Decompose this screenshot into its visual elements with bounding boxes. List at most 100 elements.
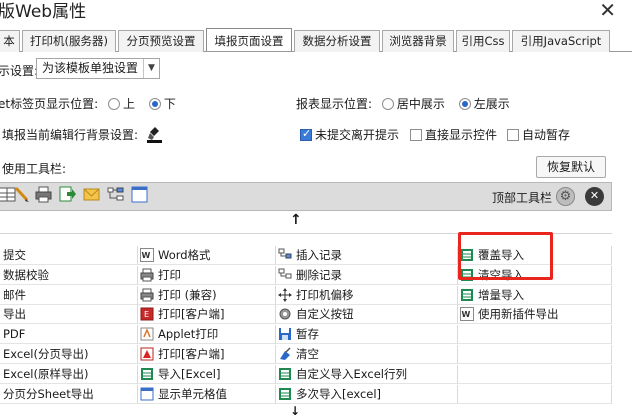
palette-item[interactable]: 清空导入 (458, 265, 612, 285)
cell-icon (140, 387, 154, 401)
export-icon[interactable] (59, 186, 76, 203)
direct-show-option[interactable]: 直接显示控件 (410, 126, 497, 143)
tree-icon[interactable] (107, 186, 124, 203)
palette-item[interactable]: 显示单元格值 (138, 384, 276, 404)
palette-item[interactable]: 打印[客户端] (138, 345, 276, 364)
radio-circle[interactable] (458, 98, 471, 110)
palette-empty-cell (458, 345, 612, 364)
pdf-icon (140, 347, 154, 361)
excel-icon (140, 367, 154, 381)
printer-icon (140, 288, 154, 302)
direct-show-checkbox[interactable] (410, 129, 422, 141)
palette-item-label: 打印[客户端] (158, 347, 225, 361)
palette-item[interactable]: 提交 (0, 246, 138, 265)
radio-bottom-label: 下 (163, 97, 176, 111)
applet-icon (140, 327, 154, 341)
palette-item[interactable]: 邮件 (0, 285, 138, 305)
radio-circle[interactable] (107, 98, 120, 110)
tab-data-analysis[interactable]: 数据分析设置 (294, 30, 380, 52)
excel-icon (460, 268, 474, 282)
palette-item[interactable]: 覆盖导入 (458, 246, 612, 265)
tab-fill-page-settings[interactable]: 填报页面设置 (206, 28, 292, 51)
pencil-icon[interactable] (13, 186, 30, 203)
palette-item-label: 打印 (兼容) (158, 287, 217, 302)
highlight-label: 填报当前编辑行背景设置: (2, 128, 139, 142)
tab-browser-background[interactable]: 浏览器背景 (382, 30, 454, 52)
toolbar-dropzone: ↑ (0, 212, 612, 234)
direct-show-label: 直接显示控件 (425, 128, 498, 142)
tab-css[interactable]: 引用Css (456, 30, 510, 52)
palette-item[interactable]: 打印机偏移 (276, 285, 458, 305)
palette-item[interactable]: PDF (0, 325, 138, 345)
highlight-row: 填报当前编辑行背景设置: (2, 126, 164, 144)
gear-icon[interactable]: ⚙ (556, 187, 575, 206)
unsubmit-checkbox[interactable] (300, 127, 312, 141)
palette-item-label: 显示单元格值 (158, 386, 227, 401)
unsubmit-label: 未提交离开提示 (315, 128, 400, 142)
restore-default-button[interactable]: 恢复默认 (536, 156, 606, 178)
sheet-tab-position-label: et标签页显示位置: (0, 97, 99, 111)
svg-text:E: E (144, 310, 149, 319)
palette-item[interactable]: 多次导入[excel] (276, 384, 458, 404)
tab-printer-server[interactable]: 打印机(服务器) (22, 30, 116, 52)
report-position-label: 报表显示位置: (296, 97, 373, 111)
svg-text:W: W (142, 251, 151, 260)
palette-item-label: Applet打印 (158, 327, 219, 342)
unsubmit-option[interactable]: 未提交离开提示 (300, 126, 399, 143)
window-title: 版Web属性 (0, 2, 87, 22)
palette-item[interactable]: Excel(原样导出) (0, 364, 138, 384)
tab-javascript[interactable]: 引用JavaScript (512, 30, 610, 52)
delete-icon (278, 268, 292, 282)
chevron-down-icon[interactable]: ▼ (143, 59, 159, 78)
palette-item-label: Excel(原样导出) (3, 366, 89, 381)
radio-center[interactable]: 居中展示 (381, 97, 445, 111)
palette-item[interactable]: 分页分Sheet导出 (0, 384, 138, 404)
radio-circle[interactable] (148, 98, 161, 110)
word-icon: W (140, 248, 154, 262)
palette-item[interactable]: 打印 (138, 265, 276, 285)
palette-item[interactable]: Excel(分页导出) (0, 345, 138, 364)
report-position-row: 报表显示位置: 居中展示 左展示 (296, 95, 510, 112)
palette-item[interactable]: 导出 (0, 305, 138, 325)
palette-item[interactable]: 增量导入 (458, 285, 612, 305)
palette-item[interactable]: 暂存 (276, 325, 458, 345)
brush-icon[interactable] (146, 126, 164, 144)
radio-circle[interactable] (381, 98, 394, 110)
palette-item-label: Excel(分页导出) (3, 347, 89, 361)
palette-item-label: 打印 (158, 267, 181, 282)
palette-item[interactable]: 打印 (兼容) (138, 285, 276, 305)
palette-empty-cell (458, 325, 612, 345)
palette-item-label: PDF (3, 327, 26, 342)
palette-item-label: 导出 (3, 307, 26, 322)
autosave-checkbox[interactable] (507, 129, 519, 141)
palette-item[interactable]: 自定义按钮 (276, 305, 458, 325)
printer-icon[interactable] (35, 186, 52, 203)
palette-item[interactable]: 清空 (276, 345, 458, 364)
clear-icon (278, 347, 292, 361)
radio-top[interactable]: 上 (107, 97, 135, 111)
tab-basic[interactable]: 本 (0, 30, 20, 52)
palette-item[interactable]: W 使用新插件导出 (458, 305, 612, 325)
email-icon[interactable] (83, 186, 100, 203)
printer-icon (140, 268, 154, 282)
palette-item-label: 使用新插件导出 (478, 307, 559, 322)
palette-item[interactable]: 删除记录 (276, 265, 458, 285)
scope-select[interactable]: 为该模板单独设置 ▼ (36, 58, 160, 79)
remove-toolbar-icon[interactable]: ✕ (585, 187, 604, 206)
close-icon[interactable]: ✕ (599, 0, 616, 22)
radio-bottom[interactable]: 下 (148, 97, 176, 111)
palette-item-label: 邮件 (3, 287, 26, 302)
radio-left[interactable]: 左展示 (458, 97, 510, 111)
autosave-option[interactable]: 自动暂存 (507, 126, 570, 143)
palette-item[interactable]: 自定义导入Excel行列 (276, 364, 458, 384)
save-icon (278, 327, 292, 341)
palette-item[interactable]: E 打印[客户端] (138, 305, 276, 325)
svg-text:W: W (462, 310, 471, 319)
blank-window-icon[interactable] (131, 186, 148, 203)
tab-page-preview[interactable]: 分页预览设置 (118, 30, 204, 52)
palette-item[interactable]: 数据校验 (0, 265, 138, 285)
palette-item[interactable]: W Word格式 (138, 246, 276, 265)
palette-item[interactable]: 插入记录 (276, 246, 458, 265)
palette-item[interactable]: 导入[Excel] (138, 364, 276, 384)
palette-item[interactable]: Applet打印 (138, 325, 276, 345)
